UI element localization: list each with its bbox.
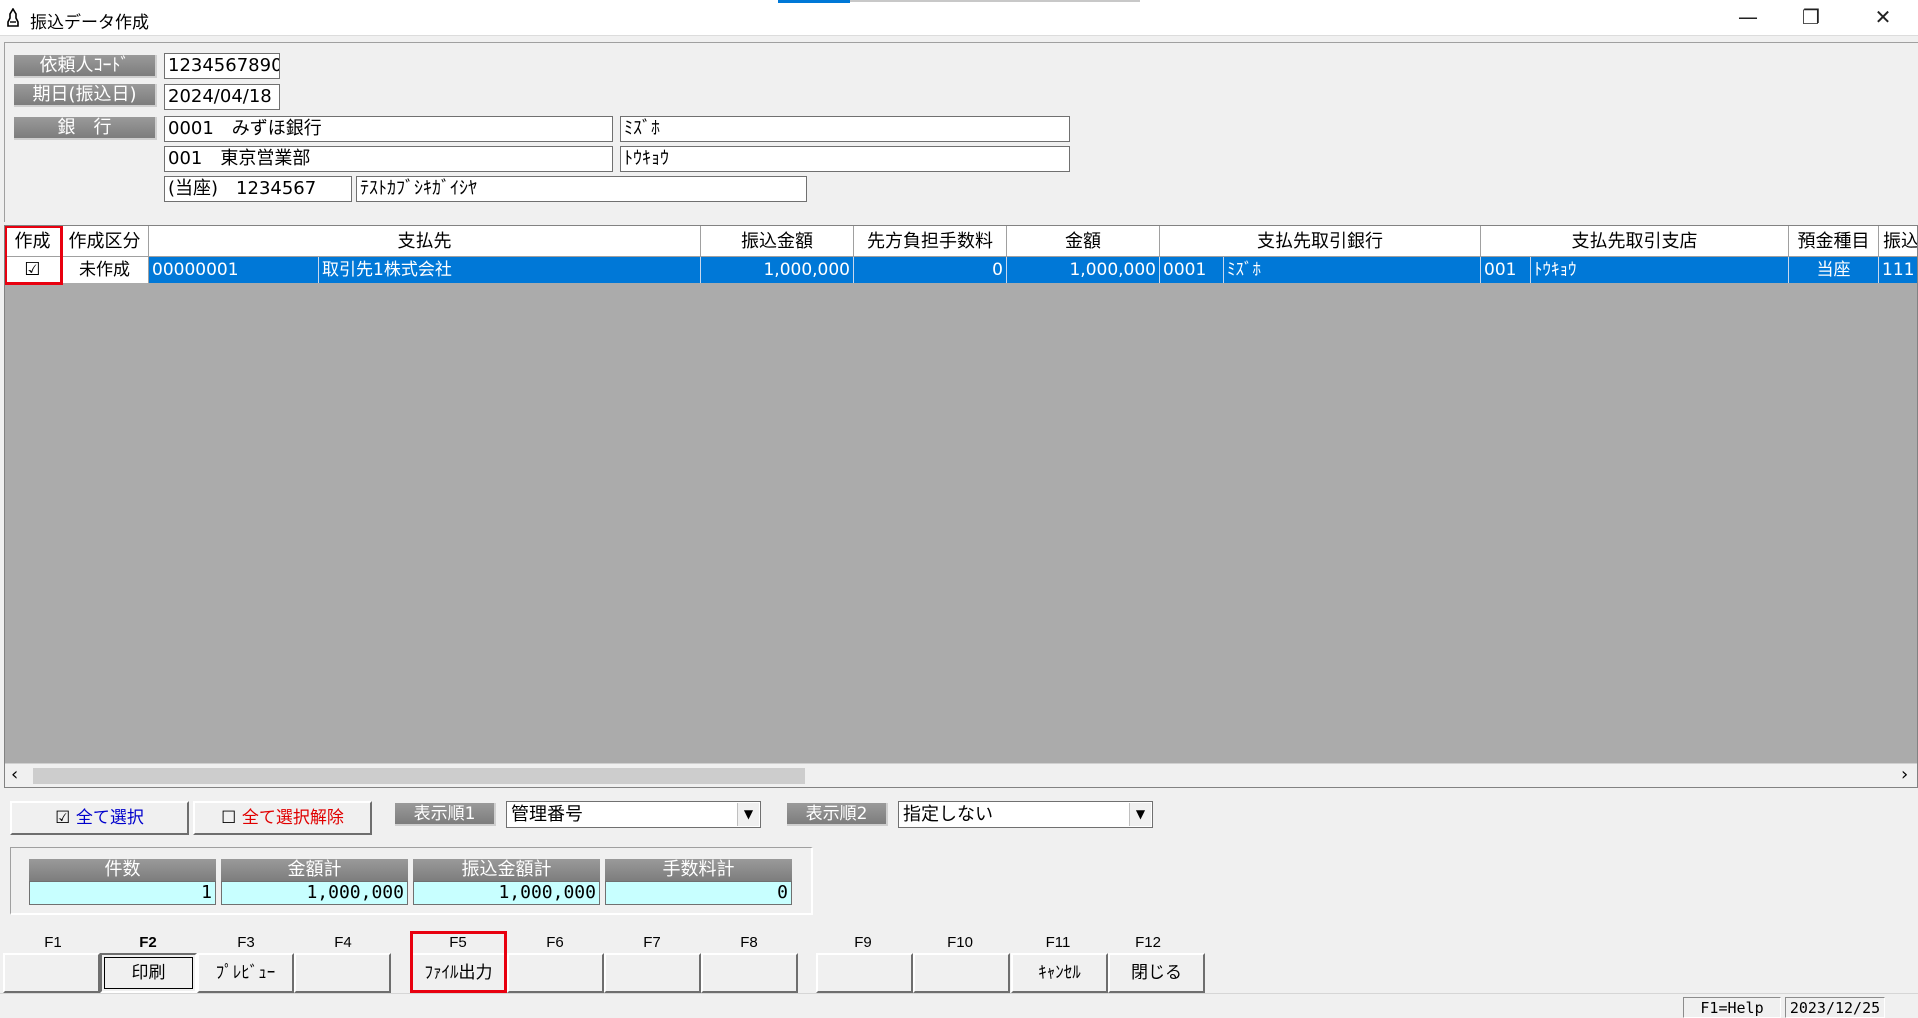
title-divider <box>850 0 1140 2</box>
fkey-label-f9: F9 <box>854 934 872 951</box>
deselect-all-label: 全て選択解除 <box>241 808 344 828</box>
title-accent-bar <box>778 0 850 3</box>
file-output-highlight <box>410 931 507 993</box>
create-column-highlight <box>5 226 63 285</box>
transfer-total-value: 1,000,000 <box>413 881 600 905</box>
requester-code-field[interactable]: 1234567890 <box>164 53 280 79</box>
minimize-button[interactable]: — <box>1718 0 1778 36</box>
fkey-label-f10: F10 <box>947 934 973 951</box>
col-header-extra[interactable]: 振込 <box>1879 226 1917 257</box>
f7-button[interactable] <box>604 953 701 993</box>
fkey-label-f7: F7 <box>643 934 661 951</box>
sort2-value: 指定しない <box>903 804 993 825</box>
sort2-label: 表示順2 <box>787 803 888 826</box>
scroll-right-icon[interactable]: › <box>1901 764 1908 786</box>
col-header-amount[interactable]: 金額 <box>1007 226 1160 257</box>
deselect-all-button[interactable]: ☐ 全て選択解除 <box>193 801 372 835</box>
scroll-left-icon[interactable]: ‹ <box>11 764 18 786</box>
date-label: 期日(振込日) <box>14 84 157 107</box>
fkey-label-f11: F11 <box>1045 934 1071 951</box>
fkey-label-f6: F6 <box>546 934 564 951</box>
transfer-total-label: 振込金額計 <box>413 859 600 881</box>
account-name-field[interactable]: ﾃｽﾄｶﾌﾞｼｷｶﾞｲｼﾔ <box>356 176 807 202</box>
sort1-value: 管理番号 <box>511 804 583 825</box>
fee-total-value: 0 <box>605 881 792 905</box>
branch-field[interactable]: 001 東京営業部 <box>164 146 613 172</box>
close-form-button[interactable]: 閉じる <box>1108 953 1205 993</box>
fee-total-label: 手数料計 <box>605 859 792 881</box>
row-transfer-amount[interactable]: 1,000,000 <box>701 257 854 283</box>
preview-button[interactable]: ﾌﾟﾚﾋﾞｭｰ <box>197 953 294 993</box>
col-header-transfer-amount[interactable]: 振込金額 <box>701 226 854 257</box>
bank-kana-field[interactable]: ﾐｽﾞﾎ <box>620 116 1070 142</box>
chevron-down-icon[interactable]: ▼ <box>1129 803 1151 826</box>
row-payee-name[interactable]: 取引先1株式会社 <box>319 257 701 283</box>
restore-button[interactable]: ❐ <box>1781 0 1841 36</box>
f10-button[interactable] <box>913 953 1010 993</box>
title-bar: 振込データ作成 — ❐ ✕ <box>0 0 1918 36</box>
bank-field[interactable]: 0001 みずほ銀行 <box>164 116 613 142</box>
col-header-payee-branch[interactable]: 支払先取引支店 <box>1481 226 1789 257</box>
f1-button[interactable] <box>3 953 100 993</box>
chevron-down-icon[interactable]: ▼ <box>737 803 759 826</box>
close-button[interactable]: ✕ <box>1853 0 1913 36</box>
sort1-label: 表示順1 <box>395 803 496 826</box>
count-value: 1 <box>29 881 216 905</box>
amount-total-value: 1,000,000 <box>221 881 408 905</box>
fkey-label-f1: F1 <box>44 934 62 951</box>
row-bank-kana[interactable]: ﾐｽﾞﾎ <box>1224 257 1481 283</box>
fkey-label-f2: F2 <box>139 934 157 951</box>
fkey-label-f8: F8 <box>740 934 758 951</box>
select-all-button[interactable]: ☑ 全て選択 <box>10 801 189 835</box>
select-all-label: 全て選択 <box>75 808 144 828</box>
row-payee-code[interactable]: 00000001 <box>149 257 319 283</box>
scrollbar-thumb[interactable] <box>33 768 805 784</box>
fkey-label-f3: F3 <box>237 934 255 951</box>
f9-button[interactable] <box>816 953 913 993</box>
status-date: 2023/12/25 <box>1785 997 1885 1018</box>
fkey-label-f12: F12 <box>1135 934 1161 951</box>
row-extra[interactable]: 111 <box>1879 257 1917 283</box>
status-help: F1=Help <box>1683 997 1781 1018</box>
window-title: 振込データ作成 <box>30 13 149 33</box>
row-status[interactable]: 未作成 <box>61 257 149 283</box>
row-fee[interactable]: 0 <box>854 257 1007 283</box>
row-branch-kana[interactable]: ﾄｳｷｮｳ <box>1531 257 1789 283</box>
f6-button[interactable] <box>507 953 604 993</box>
app-icon <box>6 7 20 28</box>
col-header-deposit-type[interactable]: 預金種目 <box>1789 226 1879 257</box>
status-bar: F1=Help 2023/12/25 <box>0 993 1918 1018</box>
payment-grid[interactable]: 作成 作成区分 支払先 振込金額 先方負担手数料 金額 支払先取引銀行 支払先取… <box>4 225 1918 788</box>
requester-code-label: 依頼人ｺｰﾄﾞ <box>14 55 157 78</box>
f8-button[interactable] <box>701 953 798 993</box>
account-field[interactable]: (当座) 1234567 <box>164 176 352 202</box>
col-header-status[interactable]: 作成区分 <box>61 226 149 257</box>
count-label: 件数 <box>29 859 216 881</box>
horizontal-scrollbar[interactable]: ‹ › <box>5 763 1917 787</box>
sort1-select[interactable]: 管理番号 ▼ <box>506 801 761 828</box>
print-button[interactable]: 印刷 <box>100 953 197 993</box>
fkey-label-f4: F4 <box>334 934 352 951</box>
date-field[interactable]: 2024/04/18 <box>164 84 280 110</box>
col-header-payee-bank[interactable]: 支払先取引銀行 <box>1160 226 1481 257</box>
amount-total-label: 金額計 <box>221 859 408 881</box>
cancel-button[interactable]: ｷｬﾝｾﾙ <box>1011 953 1108 993</box>
select-all-check-icon: ☑ <box>55 808 71 828</box>
branch-kana-field[interactable]: ﾄｳｷｮｳ <box>620 146 1070 172</box>
bank-label: 銀 行 <box>14 117 157 140</box>
deselect-all-check-icon: ☐ <box>221 808 237 828</box>
f4-button[interactable] <box>294 953 391 993</box>
row-deposit-type[interactable]: 当座 <box>1789 257 1879 283</box>
row-branch-code[interactable]: 001 <box>1481 257 1531 283</box>
col-header-payee[interactable]: 支払先 <box>149 226 701 257</box>
sort2-select[interactable]: 指定しない ▼ <box>898 801 1153 828</box>
row-amount[interactable]: 1,000,000 <box>1007 257 1160 283</box>
row-bank-code[interactable]: 0001 <box>1160 257 1224 283</box>
col-header-fee[interactable]: 先方負担手数料 <box>854 226 1007 257</box>
